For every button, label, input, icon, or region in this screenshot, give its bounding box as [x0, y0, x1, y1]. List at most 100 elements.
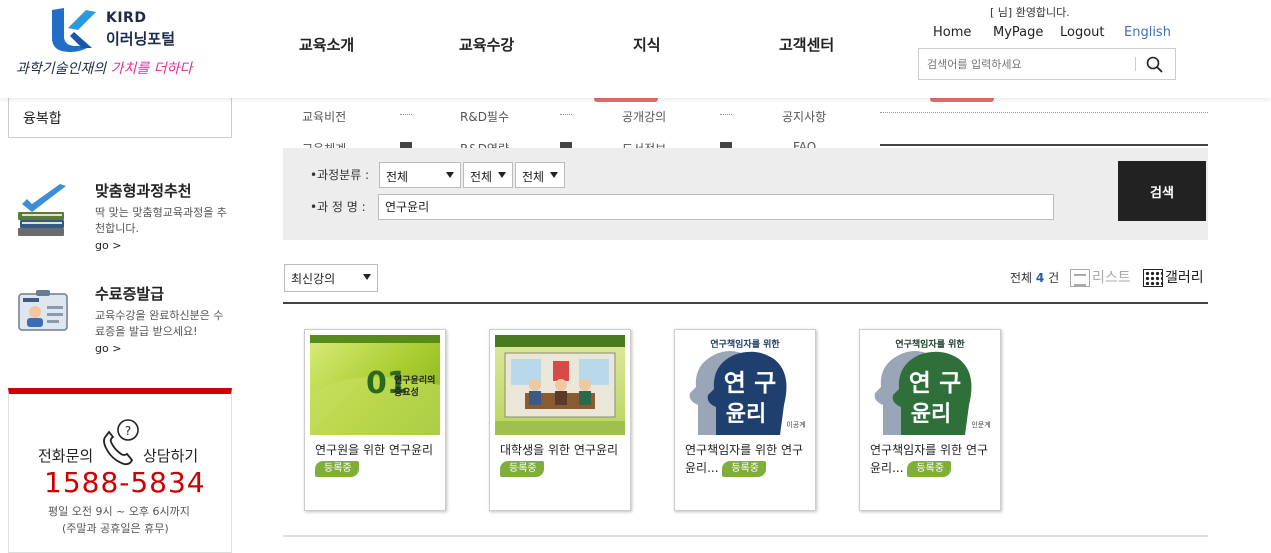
- call-holiday-note: (주말과 공휴일은 휴무): [62, 522, 169, 535]
- chevron-down-icon: [498, 172, 506, 178]
- slogan: 과학기술인재의 가치를 더하다: [16, 58, 192, 78]
- course-name-label: •과 정 명 :: [310, 200, 366, 214]
- course-thumbnail-art: 01 연구윤리의 중요성: [310, 335, 440, 435]
- submenu-divider: [560, 114, 572, 115]
- sort-select-value: 최신강의: [291, 272, 336, 286]
- submenu-divider: [880, 144, 1208, 146]
- category-select-1[interactable]: 전체: [379, 162, 461, 188]
- gnb-knowledge[interactable]: 지식: [633, 34, 661, 55]
- category-select-3[interactable]: 전체: [515, 162, 565, 188]
- result-count-suffix: 건: [1044, 271, 1060, 285]
- status-badge: 등록중: [500, 460, 544, 477]
- promo-recommend-desc: 딱 맞는 맞춤형교육과정을 추천합니다.: [95, 206, 227, 235]
- gnb-about[interactable]: 교육소개: [299, 34, 354, 55]
- site-search: [918, 48, 1176, 80]
- promo-recommend-go-link[interactable]: go >: [95, 239, 121, 252]
- kird-logo-icon[interactable]: [46, 6, 98, 52]
- category-select-2-value: 전체: [470, 170, 493, 184]
- gnb-courses[interactable]: 교육수강: [459, 34, 514, 55]
- course-name-field: [378, 194, 1054, 220]
- submenu-notice[interactable]: 공지사항: [782, 108, 826, 125]
- view-list-label: 리스트: [1092, 270, 1131, 286]
- logo-text-elearning: 이러닝포털: [106, 30, 176, 48]
- category-label: •과정분류 :: [310, 168, 370, 182]
- submenu-books[interactable]: 도서정보: [622, 140, 666, 148]
- call-label-inquiry: 전화문의: [38, 447, 94, 465]
- promo-certificate-go-link[interactable]: go >: [95, 342, 121, 355]
- util-english-link[interactable]: English: [1124, 25, 1171, 40]
- course-card[interactable]: 연구책임자를 위한 연 구 윤리 이공계 연구책임자를 위한 연구윤리... 등…: [674, 329, 816, 511]
- slogan-part-1: 과학기술인재의: [16, 61, 111, 77]
- phone-question-icon: ?: [103, 419, 139, 466]
- welcome-message: [ 님] 환영합니다.: [990, 6, 1070, 19]
- submenu-rnd-required[interactable]: R&D필수: [460, 108, 509, 125]
- svg-text:윤리: 윤리: [726, 402, 766, 427]
- sidebar-current-menu[interactable]: 융복합: [8, 98, 232, 138]
- util-mypage-link[interactable]: MyPage: [993, 25, 1043, 40]
- course-title: 연구원을 위한 연구윤리 등록중: [315, 441, 439, 477]
- call-phone-number[interactable]: 1588-5834: [44, 466, 206, 499]
- course-title: 대학생을 위한 연구윤리 등록중: [500, 441, 624, 477]
- gnb-support[interactable]: 고객센터: [779, 34, 834, 55]
- course-card[interactable]: 연구책임자를 위한 연 구 윤리 인문계 연구책임자를 위한 연구윤리... 등…: [859, 329, 1001, 511]
- view-list-toggle[interactable]: 리스트: [1070, 267, 1131, 287]
- submenu-rnd-competency[interactable]: R&D역량: [460, 140, 509, 148]
- search-divider: [1135, 57, 1136, 71]
- thumb-caption: 연구책임자를 위한: [895, 338, 965, 350]
- course-thumbnail: 연구책임자를 위한 연 구 윤리 이공계: [680, 335, 810, 435]
- submenu-system[interactable]: 교육체계: [302, 140, 346, 148]
- view-gallery-toggle[interactable]: 갤러리: [1143, 267, 1204, 287]
- status-badge: 등록중: [315, 460, 359, 477]
- course-title: 연구책임자를 위한 연구윤리... 등록중: [870, 441, 994, 477]
- view-gallery-label: 갤러리: [1165, 270, 1204, 286]
- promo-certificate-desc: 교육수강을 완료하신분은 수료증을 발급 받으세요!: [95, 309, 224, 338]
- site-header: KIRD 이러닝포털 과학기술인재의 가치를 더하다 교육소개 교육수강 지식 …: [0, 0, 1271, 98]
- svg-text:연 구: 연 구: [909, 369, 962, 397]
- category-select-3-value: 전체: [522, 170, 545, 184]
- submenu-divider: [880, 112, 1208, 113]
- chevron-down-icon: [363, 274, 371, 280]
- svg-text:연구윤리의: 연구윤리의: [394, 374, 435, 386]
- course-title: 연구책임자를 위한 연구윤리... 등록중: [685, 441, 809, 477]
- list-top-divider: [283, 302, 1208, 304]
- svg-text:윤리: 윤리: [911, 402, 951, 427]
- submenu-divider: [720, 114, 732, 115]
- search-icon[interactable]: [1145, 55, 1165, 75]
- category-select-2[interactable]: 전체: [463, 162, 513, 188]
- list-view-icon: [1070, 269, 1090, 287]
- submenu-faq[interactable]: FAQ: [793, 140, 816, 148]
- slogan-part-2: 가치를 더하다: [110, 61, 193, 77]
- course-card[interactable]: 01 연구윤리의 중요성 연구원을 위한 연구윤리 등록중: [304, 329, 446, 511]
- course-thumbnail: 연구책임자를 위한 연 구 윤리 인문계: [865, 335, 995, 435]
- submenu-open-lecture[interactable]: 공개강의: [622, 108, 666, 125]
- svg-text:?: ?: [125, 424, 131, 438]
- promo-certificate-title[interactable]: 수료증발급: [95, 283, 164, 304]
- site-search-input[interactable]: [927, 55, 1127, 73]
- util-logout-link[interactable]: Logout: [1060, 25, 1105, 40]
- status-badge: 등록중: [722, 460, 766, 477]
- list-bottom-divider: [283, 535, 1208, 537]
- course-search-button[interactable]: 검색: [1118, 161, 1206, 221]
- submenu-vision[interactable]: 교육비전: [302, 108, 346, 125]
- status-badge: 등록중: [907, 460, 951, 477]
- thumb-sub: 인문계: [971, 420, 990, 429]
- course-title-text: 연구원을 위한 연구윤리: [315, 443, 434, 457]
- course-card[interactable]: 대학생을 위한 연구윤리 등록중: [489, 329, 631, 511]
- sort-select[interactable]: 최신강의: [284, 264, 378, 292]
- submenu-divider: [400, 114, 412, 115]
- call-hours: 평일 오전 9시 ~ 오후 6시까지: [48, 505, 190, 518]
- course-thumbnail: 01 연구윤리의 중요성: [310, 335, 440, 435]
- thumb-caption: 연구책임자를 위한: [710, 338, 780, 350]
- logo-text-kird: KIRD: [106, 10, 147, 26]
- chevron-down-icon: [446, 172, 454, 178]
- svg-text:중요성: 중요성: [394, 386, 419, 398]
- books-check-icon: [18, 184, 66, 236]
- svg-text:연 구: 연 구: [724, 369, 777, 397]
- course-name-input[interactable]: [385, 199, 985, 213]
- category-select-1-value: 전체: [386, 170, 409, 184]
- util-home-link[interactable]: Home: [933, 25, 971, 40]
- call-label-consult: 상담하기: [143, 447, 199, 465]
- thumb-sub: 이공계: [786, 420, 805, 429]
- promo-recommend-title[interactable]: 맞춤형과정추천: [95, 180, 192, 201]
- result-count: 전체 4 건: [1010, 269, 1059, 286]
